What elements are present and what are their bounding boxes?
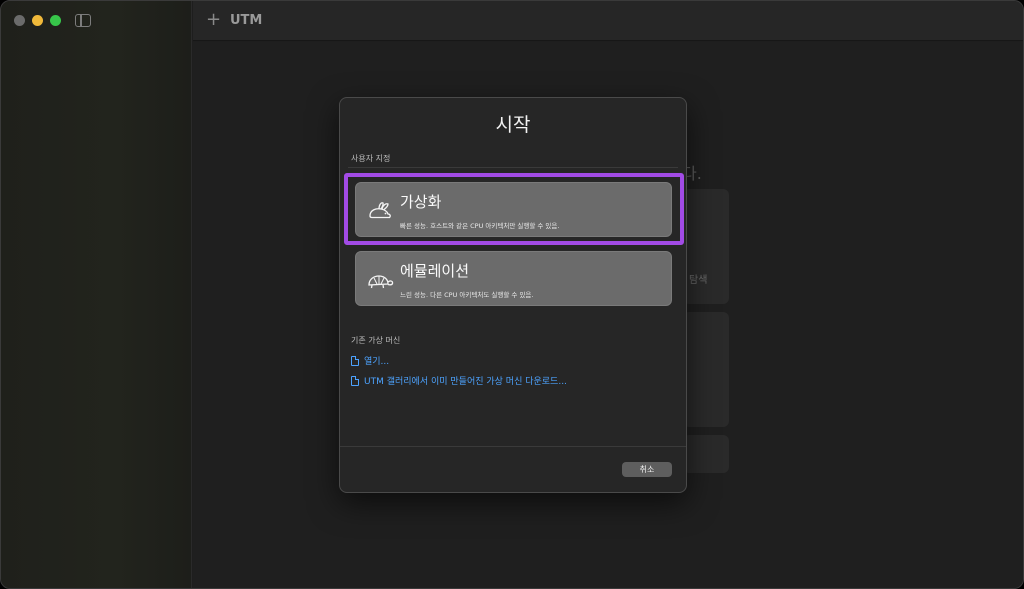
- dialog-title: 시작: [495, 114, 531, 136]
- plus-icon[interactable]: +: [206, 11, 221, 29]
- close-window-button[interactable]: [14, 15, 25, 26]
- background-card: [683, 435, 729, 473]
- utm-window: + UTM 다. 탐색 시작 사용자 지정 가상화 빠른 성능. 호스트와 같은…: [0, 0, 1024, 589]
- custom-section-label: 사용자 지정: [351, 154, 391, 163]
- maximize-window-button[interactable]: [50, 15, 61, 26]
- background-card: [683, 189, 729, 304]
- open-link[interactable]: 열기...: [351, 354, 389, 367]
- minimize-window-button[interactable]: [32, 15, 43, 26]
- sidebar: [1, 1, 192, 588]
- gallery-link-label: UTM 갤러리에서 이미 만들어진 가상 머신 다운로드...: [364, 377, 567, 387]
- toolbar: + UTM: [193, 1, 1023, 41]
- turtle-icon: [368, 275, 394, 289]
- start-dialog: 시작 사용자 지정 가상화 빠른 성능. 호스트와 같은 CPU 아키텍처만 실…: [339, 97, 687, 493]
- window-controls: [14, 15, 61, 26]
- gallery-download-link[interactable]: UTM 갤러리에서 이미 만들어진 가상 머신 다운로드...: [351, 374, 567, 387]
- option-description: 느린 성능. 다른 CPU 아키텍처도 실행할 수 있음.: [400, 291, 534, 299]
- download-document-icon: [351, 375, 359, 386]
- background-card: [683, 312, 729, 427]
- divider: [348, 167, 678, 168]
- background-card-label: 탐색: [689, 275, 708, 286]
- cancel-button[interactable]: 취소: [622, 462, 672, 477]
- window-title: UTM: [230, 13, 263, 28]
- document-icon: [351, 355, 359, 366]
- option-title: 에뮬레이션: [400, 262, 470, 280]
- divider: [340, 446, 686, 447]
- emulate-option[interactable]: 에뮬레이션 느린 성능. 다른 CPU 아키텍처도 실행할 수 있음.: [355, 251, 672, 306]
- sidebar-toggle-icon[interactable]: [75, 14, 91, 27]
- existing-section-label: 기존 가상 머신: [351, 336, 401, 345]
- selection-highlight: [344, 173, 684, 245]
- open-link-label: 열기...: [364, 357, 390, 367]
